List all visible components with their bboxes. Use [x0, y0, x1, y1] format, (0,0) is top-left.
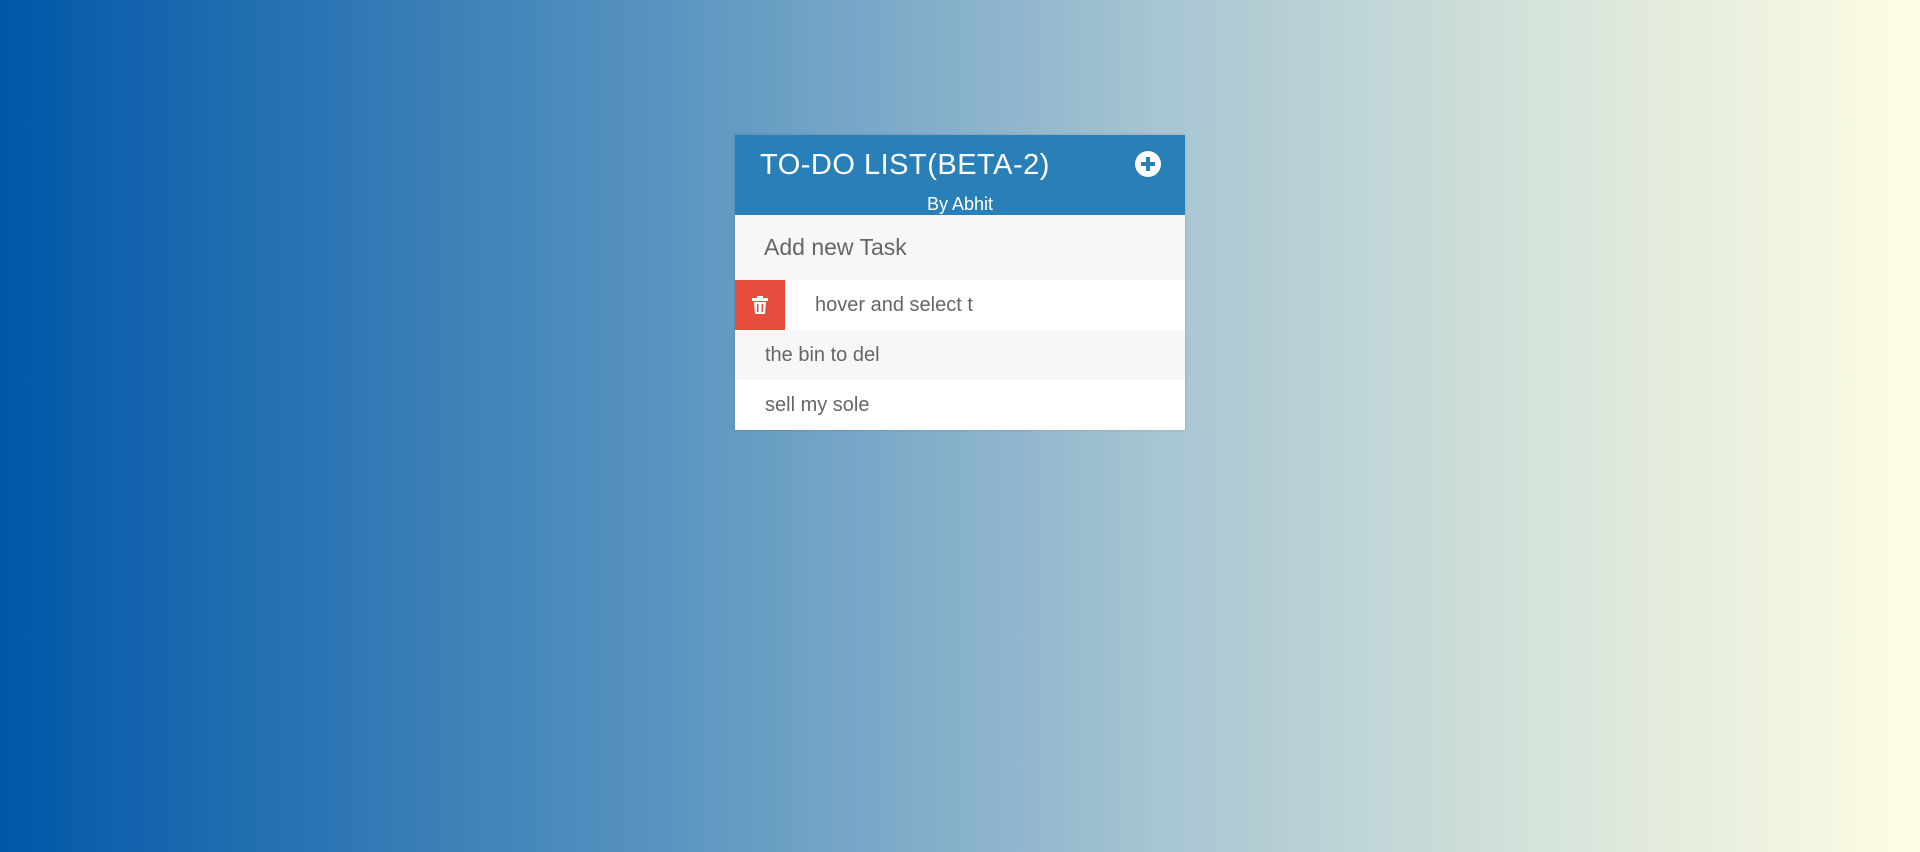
todo-header: TO-DO LIST(BETA-2) By Abhit — [735, 135, 1185, 215]
task-text: the bin to del — [765, 344, 880, 366]
trash-icon — [752, 296, 768, 314]
new-task-input[interactable] — [735, 215, 1185, 280]
app-title: TO-DO LIST(BETA-2) — [760, 149, 1050, 181]
task-text: sell my sole — [765, 394, 870, 416]
delete-task-button[interactable] — [735, 280, 785, 330]
task-list: hover and select t the bin to del sell m… — [735, 280, 1185, 430]
todo-card: TO-DO LIST(BETA-2) By Abhit hover and se… — [735, 135, 1185, 430]
plus-circle-icon[interactable] — [1135, 151, 1161, 177]
app-subtitle: By Abhit — [926, 194, 994, 214]
task-item[interactable]: hover and select t — [735, 280, 1185, 330]
task-text: hover and select t — [815, 294, 973, 316]
task-item[interactable]: the bin to del — [735, 330, 1185, 380]
task-item[interactable]: sell my sole — [735, 380, 1185, 430]
